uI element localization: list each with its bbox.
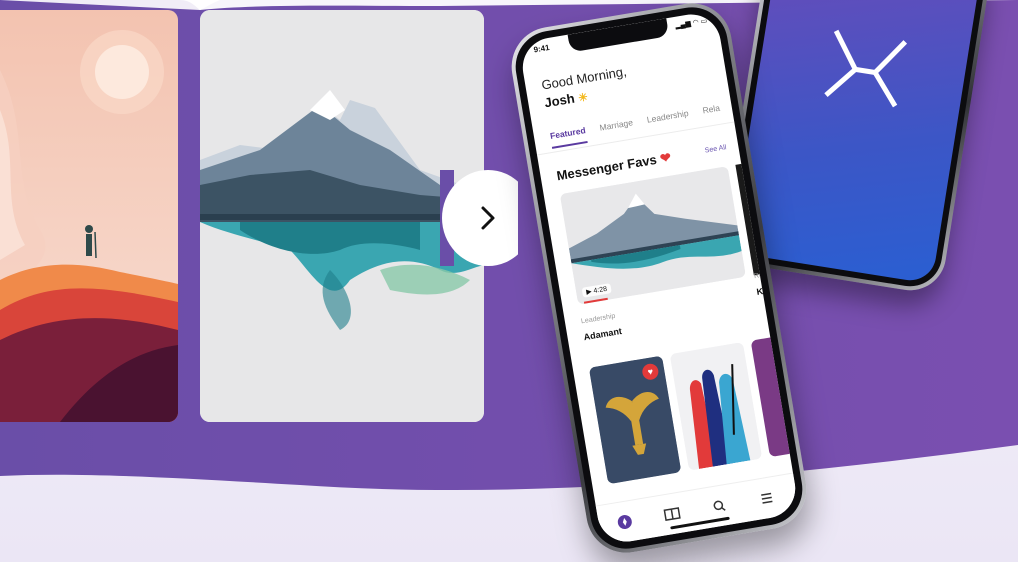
featured-thumbnail[interactable] — [559, 166, 746, 305]
book-glyph — [663, 507, 681, 522]
menu-glyph — [761, 492, 773, 504]
wifi-icon: ◠ — [692, 18, 700, 27]
chevron-right-icon — [481, 206, 495, 230]
carousel-next-button[interactable] — [440, 170, 518, 266]
category-tabs: Featured Marriage Leadership Rela — [549, 101, 732, 149]
tab-marriage[interactable]: Marriage — [599, 117, 634, 132]
silhouettes-art — [669, 342, 763, 471]
featured-title[interactable]: Adamant — [583, 326, 623, 342]
featured-mountain-art — [559, 166, 746, 305]
sun-icon: ☀ — [577, 91, 590, 105]
battery-icon: ▭ — [700, 17, 708, 26]
featured-category: Leadership — [580, 312, 616, 326]
content-tile[interactable] — [669, 342, 763, 471]
greeting-name: Josh ☀ — [543, 88, 590, 111]
book-icon[interactable] — [661, 503, 684, 526]
tab-featured[interactable]: Featured — [549, 125, 588, 149]
signal-icon: ▂▄▆ — [674, 20, 692, 30]
menu-icon[interactable] — [755, 487, 778, 510]
duration-text: 4:28 — [593, 285, 608, 295]
heart-icon: ❤ — [658, 149, 673, 167]
desert-illustration — [0, 10, 178, 422]
play-icon: ▶ — [585, 288, 593, 297]
search-glyph — [713, 500, 726, 511]
status-icons: ▂▄▆ ◠ ▭ — [675, 17, 708, 30]
compass-icon[interactable] — [613, 510, 636, 533]
illustration-card-desert[interactable] — [0, 10, 178, 422]
tab-leadership[interactable]: Leadership — [646, 108, 689, 125]
eagle-emblem-art — [588, 355, 682, 485]
user-name: Josh — [543, 90, 576, 111]
see-all-link[interactable]: See All — [704, 144, 727, 155]
compass-glyph — [617, 514, 632, 529]
content-tile[interactable]: ♥ — [588, 355, 682, 485]
status-time: 9:41 — [532, 42, 551, 55]
section-title-text: Messenger Favs — [555, 151, 658, 184]
search-icon[interactable] — [708, 495, 731, 518]
tab-relationships[interactable]: Rela — [702, 103, 721, 116]
